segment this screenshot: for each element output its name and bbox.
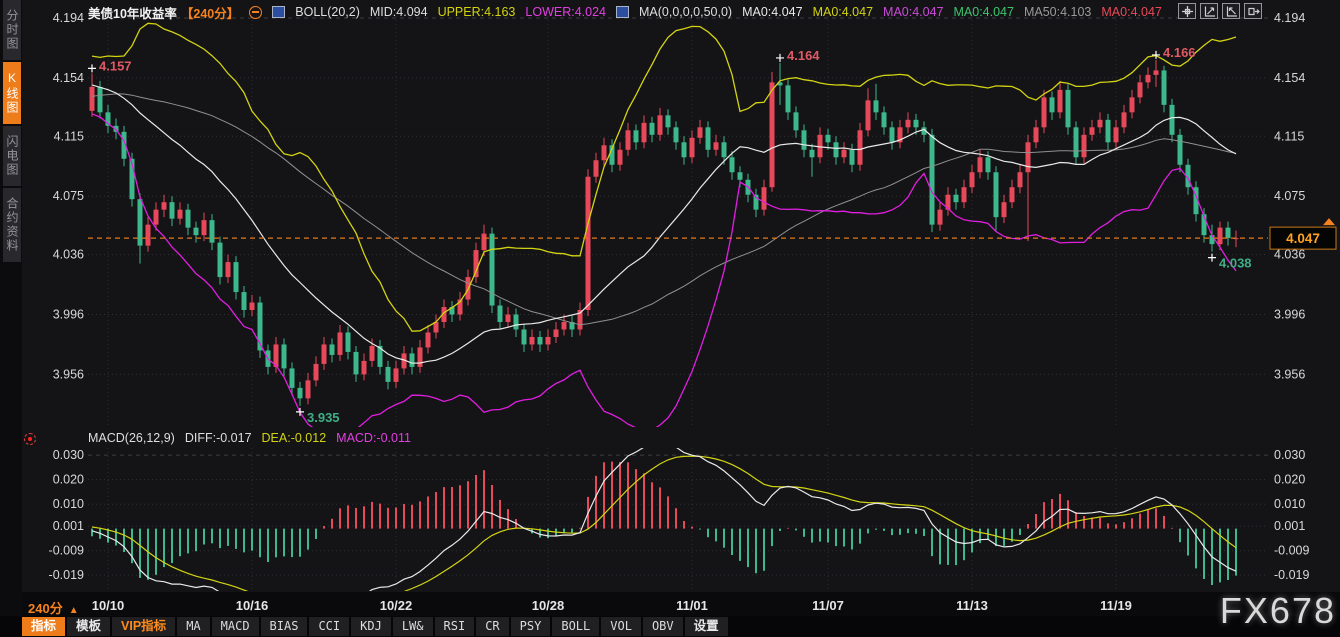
svg-text:0.020: 0.020 [1274, 473, 1305, 487]
svg-text:-0.019: -0.019 [49, 568, 84, 582]
y-axis-scale-icon[interactable] [1200, 3, 1218, 19]
bottom-bar: 指标模板VIP指标MAMACDBIASCCIKDJLW&RSICRPSYBOLL… [0, 616, 1340, 637]
ma-value-2: MA0:4.047 [883, 5, 943, 19]
macd-dea-value: DEA:-0.012 [262, 431, 327, 445]
svg-text:3.956: 3.956 [53, 367, 84, 381]
svg-text:3.935: 3.935 [307, 410, 340, 425]
svg-text:4.036: 4.036 [1274, 248, 1305, 262]
svg-text:3.996: 3.996 [1274, 308, 1305, 322]
period-selector-label: 240分 [28, 601, 63, 616]
period-up-arrow-icon: ▲ [69, 605, 79, 616]
boll-chart-icon[interactable] [272, 6, 285, 18]
svg-text:4.115: 4.115 [54, 129, 84, 143]
export-window-icon[interactable] [1244, 3, 1262, 19]
sidebar-tab-2[interactable]: 闪电图 [3, 126, 21, 188]
svg-text:4.115: 4.115 [1274, 129, 1304, 143]
svg-text:4.157: 4.157 [99, 58, 132, 73]
svg-text:-0.009: -0.009 [1274, 544, 1309, 558]
toolbar-item-0[interactable]: 指标 [22, 617, 65, 636]
macd-macd-value: MACD:-0.011 [336, 431, 411, 445]
svg-text:4.154: 4.154 [1274, 71, 1305, 85]
toolbar-item-5[interactable]: BIAS [261, 617, 308, 636]
svg-text:11/01: 11/01 [676, 598, 708, 613]
symbol-title: 美债10年收益率 [88, 3, 177, 22]
macd-diff-value: DIFF:-0.017 [185, 431, 252, 445]
svg-text:10/28: 10/28 [532, 598, 565, 613]
period-label: 【240分】 [181, 3, 239, 22]
toolbar-item-6[interactable]: CCI [309, 617, 349, 636]
toolbar-item-14[interactable]: OBV [643, 617, 683, 636]
svg-text:3.996: 3.996 [53, 308, 84, 322]
toolbar-item-1[interactable]: 模板 [67, 617, 110, 636]
toolbar-item-15[interactable]: 设置 [685, 617, 728, 636]
svg-text:11/13: 11/13 [956, 598, 988, 613]
svg-text:11/19: 11/19 [1100, 598, 1132, 613]
sidebar-tab-0[interactable]: 分时图 [3, 0, 21, 62]
svg-text:4.194: 4.194 [1274, 11, 1305, 25]
chart-tool-icons [1178, 3, 1262, 19]
svg-text:0.001: 0.001 [53, 519, 84, 533]
toolbar-item-13[interactable]: VOL [601, 617, 641, 636]
indicator-toolbar: 指标模板VIP指标MAMACDBIASCCIKDJLW&RSICRPSYBOLL… [22, 617, 728, 636]
ma-value-1: MA0:4.047 [813, 5, 873, 19]
svg-text:4.036: 4.036 [53, 248, 84, 262]
ma-chart-icon[interactable] [616, 6, 629, 18]
svg-text:0.020: 0.020 [53, 473, 84, 487]
brand-watermark: FX678 [1220, 590, 1336, 632]
sidebar: 分时图K线图闪电图合约资料 [0, 0, 22, 637]
ma-values: MA0:4.047 MA0:4.047 MA0:4.047 MA0:4.047 MA50… [742, 5, 1172, 19]
boll-lower-value: LOWER:4.024 [525, 5, 606, 19]
boll-label: BOLL(20,2) [295, 5, 360, 19]
ma-group-label: MA(0,0,0,0,50,0) [639, 5, 732, 19]
svg-text:10/16: 10/16 [236, 598, 269, 613]
svg-text:4.166: 4.166 [1163, 45, 1196, 60]
macd-header: MACD(26,12,9) DIFF:-0.017 DEA:-0.012 MAC… [88, 431, 411, 445]
svg-text:4.075: 4.075 [1274, 189, 1305, 203]
boll-upper-value: UPPER:4.163 [438, 5, 516, 19]
sidebar-tab-1[interactable]: K线图 [3, 62, 21, 126]
pan-icon[interactable] [1178, 3, 1196, 19]
ma-value-4: MA50:4.103 [1024, 5, 1091, 19]
svg-text:3.956: 3.956 [1274, 367, 1305, 381]
toolbar-item-8[interactable]: LW& [393, 617, 433, 636]
ma-value-0: MA0:4.047 [742, 5, 802, 19]
svg-text:-0.009: -0.009 [49, 544, 84, 558]
collapse-indicator-icon[interactable] [249, 6, 262, 19]
chart-header: 美债10年收益率 【240分】 BOLL(20,2) MID:4.094 UPP… [88, 3, 1172, 21]
svg-text:11/07: 11/07 [812, 598, 844, 613]
svg-text:10/22: 10/22 [380, 598, 413, 613]
svg-text:-0.019: -0.019 [1274, 568, 1309, 582]
macd-params-label: MACD(26,12,9) [88, 431, 175, 445]
svg-text:4.154: 4.154 [53, 71, 84, 85]
svg-text:4.164: 4.164 [787, 48, 820, 63]
toolbar-item-12[interactable]: BOLL [552, 617, 599, 636]
trading-terminal: 4.194 4.194 4.154 4.154 4.115 4.115 4.075 4.075… [0, 0, 1340, 637]
toolbar-item-7[interactable]: KDJ [351, 617, 391, 636]
time-axis: 10/10 10/16 10/22 10/28 11/01 11/07 11/13 11/19 [0, 592, 1340, 616]
toolbar-item-4[interactable]: MACD [212, 617, 259, 636]
toolbar-item-11[interactable]: PSY [511, 617, 551, 636]
svg-text:4.194: 4.194 [53, 11, 84, 25]
svg-text:0.001: 0.001 [1274, 519, 1305, 533]
toolbar-item-10[interactable]: CR [476, 617, 508, 636]
chart-canvas[interactable]: 4.194 4.194 4.154 4.154 4.115 4.115 4.075 4.075… [0, 0, 1340, 637]
sidebar-tab-3[interactable]: 合约资料 [3, 188, 21, 264]
toolbar-item-9[interactable]: RSI [435, 617, 475, 636]
svg-text:0.010: 0.010 [53, 497, 84, 511]
svg-text:4.038: 4.038 [1219, 256, 1252, 271]
macd-alarm-icon[interactable] [24, 433, 36, 445]
ma-value-5: MA0:4.047 [1101, 5, 1161, 19]
svg-text:10/10: 10/10 [92, 598, 125, 613]
svg-text:0.030: 0.030 [1274, 448, 1305, 462]
toolbar-item-2[interactable]: VIP指标 [112, 617, 175, 636]
ma-value-3: MA0:4.047 [954, 5, 1014, 19]
svg-text:4.075: 4.075 [53, 189, 84, 203]
period-selector[interactable]: 240分 ▲ [28, 598, 79, 617]
boll-mid-value: MID:4.094 [370, 5, 428, 19]
x-axis-scale-icon[interactable] [1222, 3, 1240, 19]
toolbar-item-3[interactable]: MA [177, 617, 209, 636]
svg-text:0.030: 0.030 [53, 448, 84, 462]
svg-text:0.010: 0.010 [1274, 497, 1305, 511]
svg-text:4.047: 4.047 [1286, 231, 1320, 246]
